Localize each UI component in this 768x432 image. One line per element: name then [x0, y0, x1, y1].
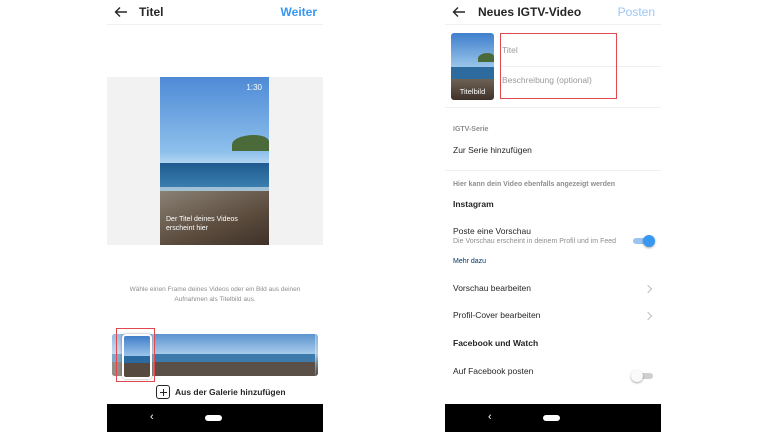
nav-back-icon[interactable]: ‹ — [488, 411, 492, 423]
film-frame — [170, 334, 200, 376]
nav-home-icon[interactable] — [543, 415, 560, 421]
page-title: Titel — [139, 5, 164, 19]
add-to-series-button[interactable]: Zur Serie hinzufügen — [453, 145, 532, 155]
page-title: Neues IGTV-Video — [478, 5, 582, 19]
toggle-knob — [631, 370, 643, 382]
film-frame — [286, 334, 316, 376]
divider — [445, 24, 661, 25]
chevron-right-icon — [643, 284, 653, 294]
cover-select-screen: Titel Weiter 1:30 Der Titel deines Video… — [107, 0, 323, 432]
cover-thumbnail[interactable]: Titelbild — [451, 33, 494, 100]
cover-label: Titelbild — [459, 87, 486, 96]
back-arrow-icon[interactable] — [451, 4, 467, 20]
frame-hint-text: Wähle einen Frame deines Videos oder ein… — [129, 286, 301, 303]
divider — [445, 170, 661, 171]
post-preview-title: Poste eine Vorschau — [453, 226, 531, 236]
post-preview-toggle[interactable] — [633, 235, 655, 247]
video-preview: 1:30 Der Titel deines Videos erscheint h… — [160, 77, 269, 245]
chevron-right-icon — [643, 311, 653, 321]
video-hill — [232, 135, 269, 151]
video-caption: Der Titel deines Videos erscheint hier — [166, 216, 238, 232]
edit-preview-row[interactable]: Vorschau bearbeiten — [453, 283, 531, 293]
film-frame — [199, 334, 229, 376]
video-duration: 1:30 — [246, 83, 262, 92]
highlight-box — [500, 33, 617, 99]
learn-more-link[interactable]: Mehr dazu — [453, 258, 486, 265]
facebook-header: Facebook und Watch — [453, 338, 539, 348]
next-button[interactable]: Weiter — [281, 5, 317, 19]
top-bar: Titel Weiter — [107, 0, 323, 24]
post-preview-description: Die Vorschau erscheint in deinem Profil … — [453, 238, 617, 245]
new-igtv-video-screen: Neues IGTV-Video Posten Titelbild IGTV-S… — [445, 0, 661, 432]
divider — [445, 107, 661, 108]
android-nav-bar: ‹ — [445, 404, 661, 432]
nav-back-icon[interactable]: ‹ — [150, 411, 154, 423]
android-nav-bar: ‹ — [107, 404, 323, 432]
top-bar: Neues IGTV-Video Posten — [445, 0, 661, 24]
instagram-header: Instagram — [453, 199, 494, 209]
edit-profile-cover-row[interactable]: Profil-Cover bearbeiten — [453, 310, 540, 320]
highlight-box — [116, 328, 155, 382]
gallery-label: Aus der Galerie hinzufügen — [175, 387, 286, 397]
also-shown-header: Hier kann dein Video ebenfalls angezeigt… — [453, 181, 616, 188]
film-frame — [228, 334, 258, 376]
toggle-knob — [643, 235, 655, 247]
divider — [107, 24, 323, 25]
nav-home-icon[interactable] — [205, 415, 222, 421]
film-frame — [257, 334, 287, 376]
igtv-series-header: IGTV-Serie — [453, 126, 489, 133]
back-arrow-icon[interactable] — [113, 4, 129, 20]
plus-icon — [156, 385, 170, 399]
post-to-facebook-toggle[interactable] — [631, 370, 653, 382]
post-to-facebook-label: Auf Facebook posten — [453, 366, 534, 376]
post-button[interactable]: Posten — [618, 5, 655, 19]
add-from-gallery-button[interactable]: Aus der Galerie hinzufügen — [156, 384, 286, 400]
